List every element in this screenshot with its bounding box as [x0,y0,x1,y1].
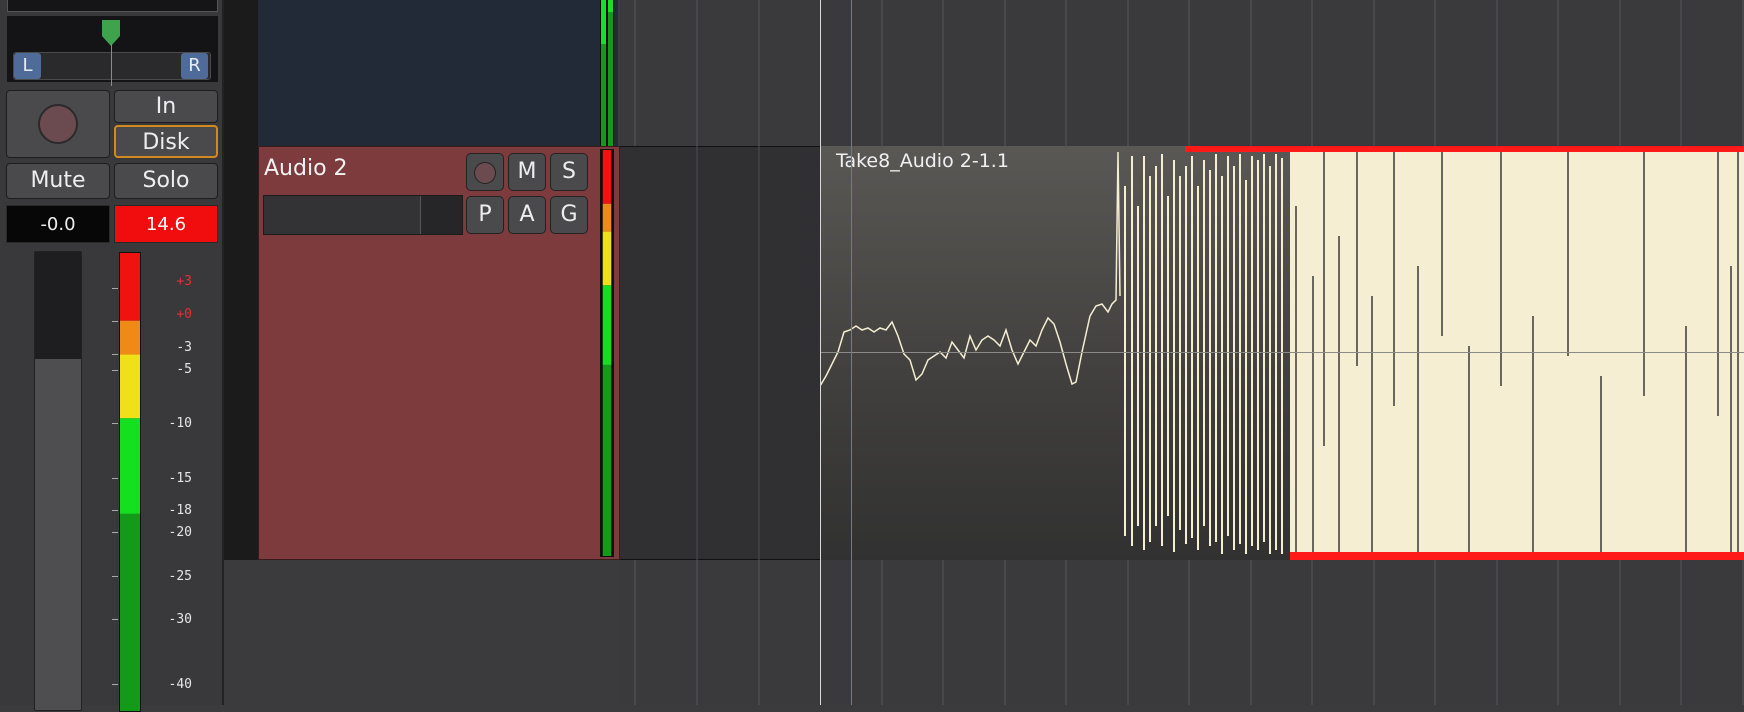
playhead[interactable] [820,0,821,705]
lane-grid-lines [696,146,760,560]
monitor-input-button[interactable]: In [114,90,218,123]
meter-scale-label: -20 [168,525,192,540]
track-gain-fader-handle[interactable] [420,196,462,234]
meter-tick [112,354,118,355]
level-meter [119,252,141,712]
track-level-meter [600,149,614,557]
gain-fader-unfilled [35,252,81,359]
meter-scale-label: -25 [168,569,192,584]
strip-separator [224,0,258,560]
track-group-button[interactable]: G [550,196,588,234]
waveform [820,146,1744,560]
meter-scale-label: -10 [168,416,192,431]
monitor-disk-button[interactable]: Disk [114,125,218,158]
name-button[interactable] [7,0,218,12]
meter-tick [112,510,118,511]
region-name-label: Take8_Audio 2-1.1 [836,150,1009,172]
track-mute-button[interactable]: M [508,153,546,191]
meter-scale-label: -3 [176,340,192,355]
solo-button[interactable]: Solo [114,163,218,199]
track-automation-button[interactable]: A [508,196,546,234]
waveform-zero-line [820,352,1744,353]
peak-display[interactable]: 14.6 [114,205,218,243]
meter-tick [112,321,118,322]
pan-center-line [111,44,112,86]
record-icon [474,162,496,184]
meter-scale-label: -40 [168,677,192,692]
meter-scale-label: +3 [176,274,192,289]
meter-scale-label: -30 [168,612,192,627]
meter-tick [112,288,118,289]
meter-scale-label: -5 [176,362,192,377]
meter-tick [112,576,118,577]
previous-track-meter [600,0,614,146]
edit-point-line [851,0,852,705]
pan-left-label: L [14,53,41,79]
record-icon [38,104,78,144]
meter-tick [112,619,118,620]
meter-scale-label: -18 [168,503,192,518]
meter-tick [112,684,118,685]
track-playlist-button[interactable]: P [466,196,504,234]
meter-tick [112,423,118,424]
track-name[interactable]: Audio 2 [264,156,348,181]
gain-entry[interactable]: -0.0 [6,205,110,243]
pan-position-icon[interactable] [102,20,120,46]
meter-tick [112,532,118,533]
meter-tick [112,370,118,371]
meter-scale-label: +0 [176,307,192,322]
mute-button[interactable]: Mute [6,163,110,199]
pan-right-label: R [181,53,208,79]
meter-tick [112,478,118,479]
track-header-previous[interactable] [258,0,618,146]
track-solo-button[interactable]: S [550,153,588,191]
meter-scale-label: -15 [168,471,192,486]
